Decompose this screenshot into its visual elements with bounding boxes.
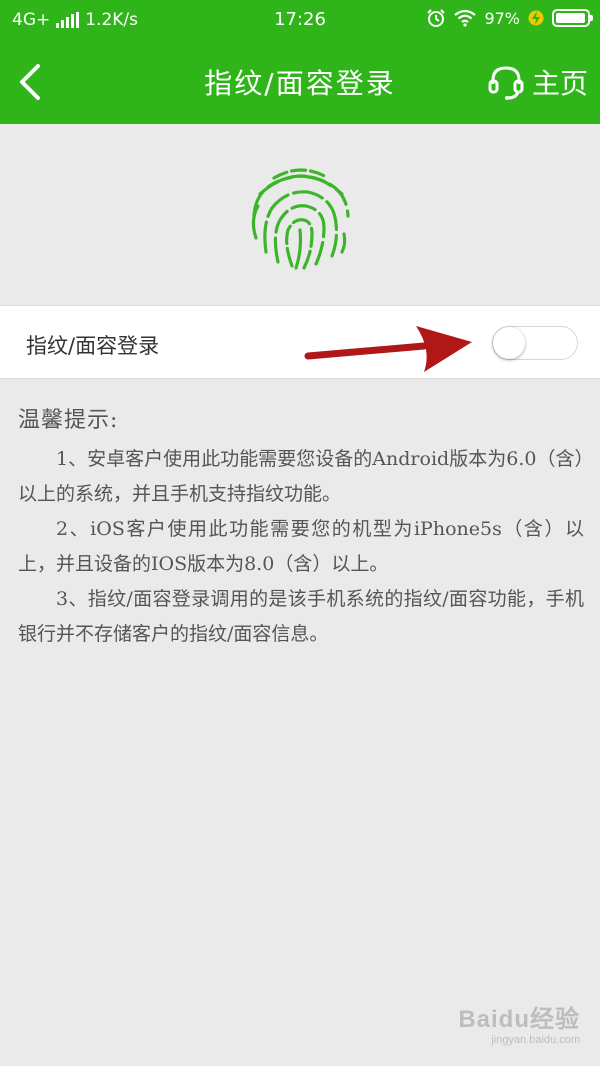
battery-percent: 97% [484,8,520,28]
tip-item: 3、指纹/面容登录调用的是该手机系统的指纹/面容功能，手机银行并不存储客户的指纹… [18,588,584,645]
tips-title: 温馨提示: [18,408,119,433]
header: 指纹/面容登录 主页 [0,40,600,124]
watermark-logo: Baidu经验 [458,1006,580,1033]
home-label: 主页 [531,67,588,100]
fingerprint-login-label: 指纹/面容登录 [26,334,160,358]
battery-icon [552,9,593,27]
headset-icon [488,66,524,100]
charging-icon [528,10,544,26]
watermark: Baidu经验 jingyan.baidu.com [458,999,580,1046]
home-button[interactable]: 主页 [486,60,588,104]
screen: 4G+ 1.2K/s 17:26 97% 指纹/面容登录 主页 指纹/面容登录 … [0,0,600,1066]
wifi-icon [454,9,477,27]
fingerprint-area [0,124,600,304]
alarm-icon [427,9,446,27]
tip-item: 2、iOS客户使用此功能需要您的机型为iPhone5s（含）以上，并且设备的IO… [18,518,584,575]
watermark-url: jingyan.baidu.com [491,1034,580,1046]
fingerprint-login-row: 指纹/面容登录 [0,305,600,379]
status-bar: 4G+ 1.2K/s 17:26 97% [0,0,600,40]
battery-fill [556,13,586,23]
tip-item: 1、安卓客户使用此功能需要您设备的Android版本为6.0（含）以上的系统，并… [18,448,584,505]
battery-cap [590,15,593,21]
toggle-knob[interactable] [493,327,525,359]
tips-section: 温馨提示: 1、安卓客户使用此功能需要您设备的Android版本为6.0（含）以… [18,402,584,652]
red-arrow-icon [304,326,472,372]
status-right: 97% [426,8,593,28]
fingerprint-login-toggle[interactable] [492,326,578,360]
fingerprint-icon [251,168,350,270]
